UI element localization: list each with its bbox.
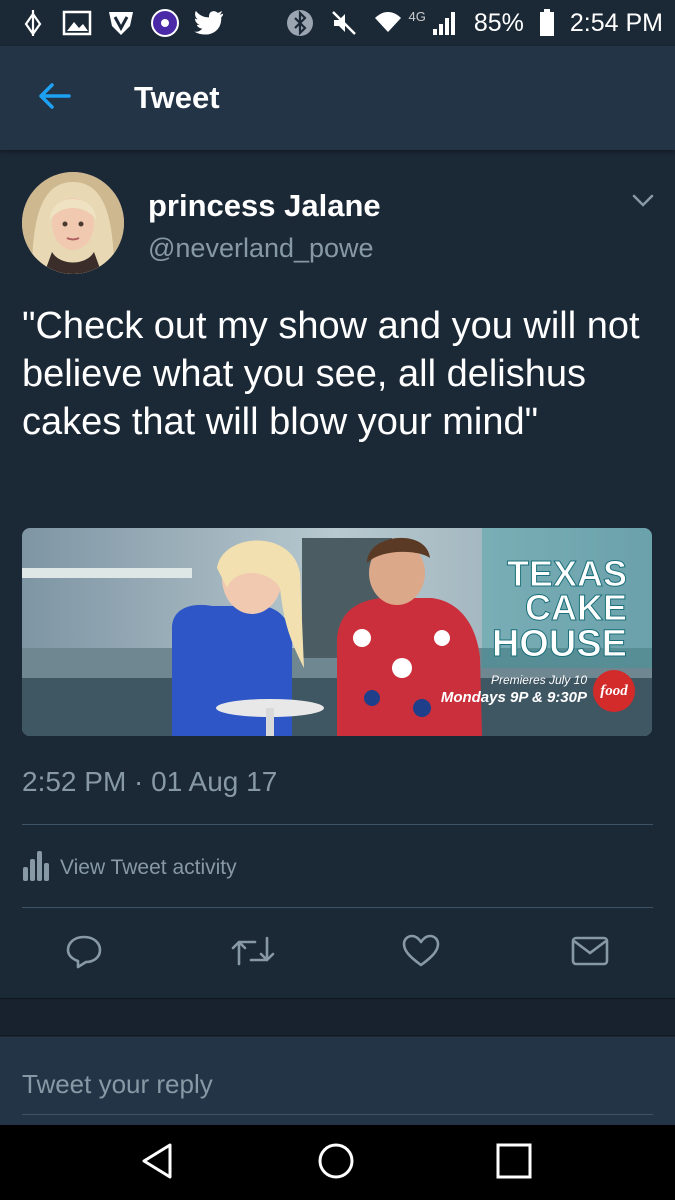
battery-percent: 85%: [473, 8, 524, 37]
status-bar-right: 4G 85% 2:54 PM: [285, 8, 663, 38]
app-bar: Tweet: [0, 46, 675, 150]
tweet-actions: [0, 928, 675, 994]
chevron-down-icon: [628, 194, 658, 218]
nav-recents-button[interactable]: [490, 1139, 538, 1187]
reply-button[interactable]: [59, 928, 109, 978]
triangle-back-icon: [138, 1141, 178, 1186]
direct-message-button[interactable]: [565, 928, 615, 978]
tweet-text: "Check out my show and you will not beli…: [22, 305, 640, 443]
tor-icon: [18, 8, 48, 38]
view-tweet-activity-button[interactable]: View Tweet activity: [22, 848, 237, 888]
schedule-text: Mondays 9P & 9:30P: [441, 689, 588, 706]
system-nav-bar: [0, 1125, 675, 1200]
network-logo-text: food: [600, 683, 628, 699]
tweet-timestamp[interactable]: 2:52 PM · 01 Aug 17: [22, 766, 277, 798]
battery-icon: [538, 8, 556, 38]
heart-icon: [402, 934, 440, 973]
premieres-text: Premieres July 10: [491, 673, 587, 687]
divider: [22, 907, 653, 908]
user-handle[interactable]: @neverland_powe: [148, 233, 374, 264]
nav-back-button[interactable]: [134, 1139, 182, 1187]
page-title: Tweet: [134, 80, 220, 115]
network-type-label: 4G: [408, 8, 426, 24]
tweet-menu-button[interactable]: [628, 188, 658, 214]
bluetooth-icon: [285, 8, 315, 38]
show-title-line3: HOUSE: [492, 623, 627, 665]
vpn-shield-icon: [106, 8, 136, 38]
signal-icon: [430, 8, 460, 38]
reply-input[interactable]: [22, 1055, 653, 1115]
divider: [22, 824, 653, 825]
back-arrow-icon: [37, 82, 71, 115]
app-icon: [150, 8, 180, 38]
avatar[interactable]: [22, 172, 124, 274]
twitter-bird-icon: [194, 8, 224, 38]
mute-icon: [329, 8, 359, 38]
analytics-icon: [22, 849, 50, 888]
mail-icon: [571, 935, 609, 972]
tweet-media-image[interactable]: TEXAS CAKE HOUSE Premieres July 10 Monda…: [22, 528, 652, 736]
status-time: 2:54 PM: [569, 8, 663, 37]
reply-icon: [66, 933, 102, 974]
retweet-icon: [231, 934, 275, 973]
status-bar-left: [18, 8, 224, 38]
square-recents-icon: [494, 1141, 534, 1186]
reply-composer: [0, 1037, 675, 1125]
retweet-button[interactable]: [228, 928, 278, 978]
view-tweet-activity-label: View Tweet activity: [60, 856, 237, 879]
wifi-icon: [373, 8, 403, 38]
back-button[interactable]: [24, 68, 84, 128]
display-name[interactable]: princess Jalane: [148, 188, 381, 224]
circle-home-icon: [316, 1141, 356, 1186]
nav-home-button[interactable]: [312, 1139, 360, 1187]
section-separator: [0, 998, 675, 1036]
gallery-icon: [62, 8, 92, 38]
show-title-line2: CAKE: [525, 587, 627, 628]
status-bar: 4G 85% 2:54 PM: [0, 0, 675, 46]
like-button[interactable]: [396, 928, 446, 978]
